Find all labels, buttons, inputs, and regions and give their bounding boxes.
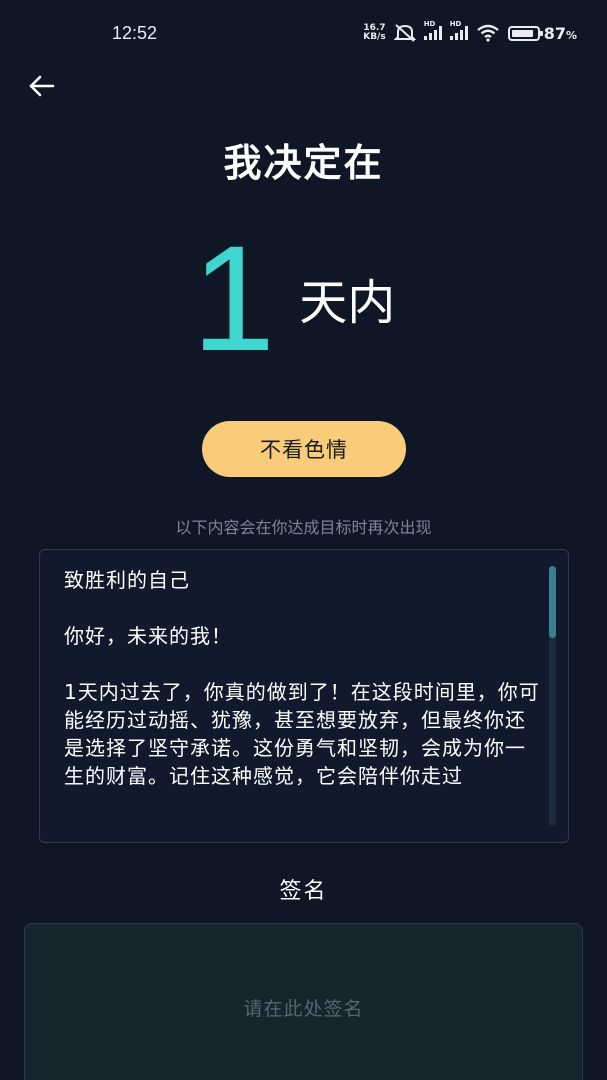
- alarm-muted-icon: [393, 24, 416, 42]
- network-speed-unit: KB/s: [363, 32, 386, 42]
- signal-2-label: HD: [449, 20, 462, 28]
- network-speed: 16.7 KB/s: [363, 24, 385, 42]
- battery-icon: [507, 25, 543, 41]
- status-icons: 16.7 KB/s HD HD 87%: [363, 20, 577, 43]
- letter-greeting: 你好，未来的我！: [64, 624, 232, 648]
- status-time: 12:52: [112, 22, 158, 43]
- duration-unit: 天内: [299, 275, 396, 331]
- battery-indicator: 87%: [507, 23, 577, 43]
- letter-content: 致胜利的自己 你好，未来的我！ 1天内过去了，你真的做到了！在这段时间里，你可能…: [64, 566, 544, 818]
- signal-1-label: HD: [423, 20, 436, 28]
- commitment-headline: 我决定在: [223, 141, 384, 185]
- letter-hint: 以下内容会在你达成目标时再次出现: [175, 518, 432, 537]
- signature-placeholder: 请在此处签名: [243, 998, 364, 1020]
- letter-scrollbar-thumb[interactable]: [549, 566, 556, 638]
- letter-textarea[interactable]: 致胜利的自己 你好，未来的我！ 1天内过去了，你真的做到了！在这段时间里，你可能…: [39, 549, 569, 843]
- letter-title: 致胜利的自己: [64, 568, 190, 592]
- back-button[interactable]: [24, 68, 60, 104]
- letter-scrollbar[interactable]: [549, 566, 556, 826]
- wifi-icon: [476, 24, 499, 42]
- status-bar: 12:52 16.7 KB/s HD HD 87%: [0, 0, 607, 66]
- duration-days: 1: [191, 214, 276, 382]
- goal-button[interactable]: 不看色情: [202, 421, 406, 477]
- signature-label: 签名: [279, 879, 328, 904]
- arrow-left-icon: [29, 75, 55, 97]
- duration-display: 1 天内: [0, 214, 607, 382]
- battery-percent: 87%: [543, 23, 577, 43]
- signal-2-icon: HD: [449, 20, 468, 40]
- signature-pad[interactable]: 请在此处签名: [24, 923, 583, 1080]
- letter-body: 1天内过去了，你真的做到了！在这段时间里，你可能经历过动摇、犹豫，甚至想要放弃，…: [64, 680, 540, 788]
- signal-1-icon: HD: [423, 20, 442, 40]
